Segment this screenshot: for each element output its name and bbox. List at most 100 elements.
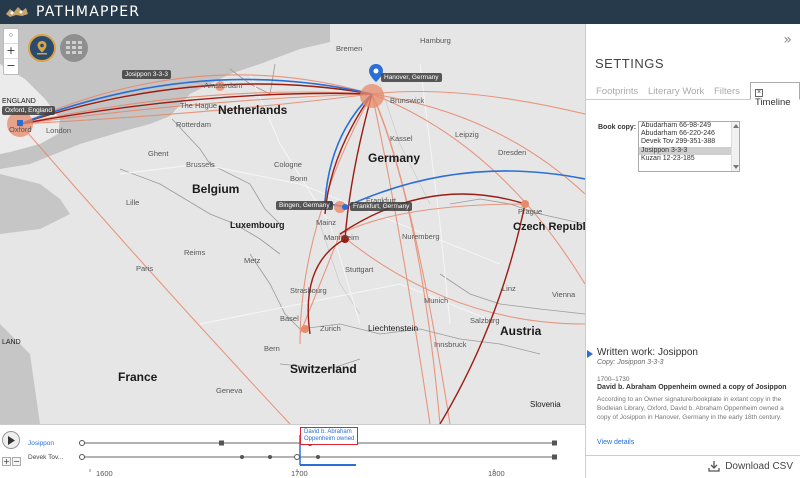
city-label: Innsbruck [434, 340, 467, 349]
book-copy-option[interactable]: Abudarham 66-220-246 [639, 130, 739, 138]
city-label: Geneva [216, 386, 243, 395]
city-label: Munich [424, 296, 449, 305]
city-label: Linz [502, 284, 516, 293]
country-label: Slovenia [530, 400, 561, 409]
map-pin-icon [37, 41, 47, 55]
country-label: Germany [368, 151, 421, 165]
map-canvas[interactable]: ◦ + − Netherlands Germany Belgium Luxemb… [0, 24, 585, 424]
city-label: Reims [184, 248, 206, 257]
map-view-button[interactable] [28, 34, 56, 62]
download-icon [708, 461, 720, 472]
city-label: Mannheim [324, 233, 360, 242]
written-work-title: Written work: Josippon [597, 347, 698, 358]
country-label: Luxembourg [230, 220, 285, 230]
city-label: Amsterdam [204, 81, 243, 90]
route-tag-josippon[interactable]: Josippon 3-3-3 [122, 70, 171, 79]
timeline: + − Josippon Devek Tov... David b. Abrah… [0, 424, 585, 478]
city-label: Lille [126, 198, 140, 207]
current-item-marker-icon [587, 350, 593, 358]
event-description: According to an Owner signature/bookplat… [597, 396, 784, 421]
settings-tabs: Footprints Literary Work Filters ×Timeli… [586, 82, 800, 108]
list-scrollbar[interactable] [731, 122, 739, 171]
tooltip-line: Oppenheim owned [304, 436, 355, 442]
city-label: Vienna [552, 290, 576, 299]
app-header: PATHMAPPER [0, 0, 800, 24]
place-tag-hanover[interactable]: Hanover, Germany [381, 73, 442, 82]
book-copy-label: Book copy: [598, 124, 637, 131]
city-label: Metz [244, 256, 261, 265]
tab-filters[interactable]: Filters [714, 86, 740, 97]
country-label: Belgium [192, 182, 240, 196]
download-bar: Download CSV [586, 455, 800, 478]
event-date: 1700–1730 [597, 376, 630, 383]
city-label: Dresden [498, 148, 527, 157]
scroll-down-icon[interactable] [733, 165, 739, 169]
city-label: Cologne [274, 160, 302, 169]
country-label: Liechtenstein [368, 323, 419, 333]
book-copy-option[interactable]: Devek Tov 299-351-388 [639, 138, 739, 146]
place-tag-oxford[interactable]: Oxford, England [2, 106, 55, 115]
city-label: Paris [136, 264, 154, 273]
city-label: Brussels [186, 160, 215, 169]
city-label: Kassel [390, 134, 413, 143]
city-label: London [46, 126, 72, 135]
city-label: Salzburg [470, 316, 500, 325]
app-title: PATHMAPPER [36, 4, 141, 20]
city-label: Mainz [316, 218, 337, 227]
event-title: David b. Abraham Oppenheim owned a copy … [597, 384, 787, 391]
country-label: Austria [500, 324, 542, 338]
logo-icon [6, 7, 28, 17]
city-label: The Hague [180, 101, 218, 110]
collapse-panel-button[interactable]: » [783, 32, 792, 48]
tab-footprints[interactable]: Footprints [596, 86, 638, 97]
city-label: Bern [264, 344, 280, 353]
close-tab-icon[interactable]: × [755, 89, 763, 97]
book-copy-option[interactable]: Kuzari 12-23-185 [639, 155, 739, 163]
place-tag-frankfurt[interactable]: Frankfurt, Germany [350, 202, 413, 211]
timeline-tick: 1800 [488, 469, 505, 478]
tab-timeline[interactable]: ×Timeline [750, 82, 800, 108]
country-label: LAND [2, 339, 21, 346]
timeline-tick: 1700 [291, 469, 308, 478]
city-label: Prague [518, 207, 543, 216]
city-label: Oxford [9, 125, 32, 134]
tab-literary-work[interactable]: Literary Work [648, 86, 704, 97]
download-csv-label: Download CSV [725, 461, 793, 472]
city-label: Bonn [290, 174, 308, 183]
place-tag-bingen[interactable]: Bingen, Germany [276, 201, 333, 210]
city-label: Bremen [336, 44, 363, 53]
download-csv-button[interactable]: Download CSV [708, 461, 793, 472]
book-copy-list[interactable]: Abudarham 66-98-249 Abudarham 66-220-246… [638, 121, 740, 172]
city-label: Brunswick [390, 96, 425, 105]
country-label: Czech Republic [513, 221, 585, 233]
city-label: Stuttgart [345, 265, 374, 274]
city-label: Nuremberg [402, 232, 440, 241]
country-label: France [118, 370, 158, 384]
settings-panel: » SETTINGS Footprints Literary Work Filt… [585, 24, 800, 478]
city-label: Leipzig [455, 130, 479, 139]
city-label: Rotterdam [176, 120, 212, 129]
table-view-button[interactable] [60, 34, 88, 62]
zoom-out-button[interactable]: − [4, 59, 18, 74]
book-copy-option-selected[interactable]: Josippon 3-3-3 [639, 146, 739, 155]
copy-subtitle: Copy: Josippon 3-3-3 [597, 359, 664, 366]
tooltip-line: David b. Abraham [304, 429, 352, 435]
book-copy-option[interactable]: Abudarham 66-98-249 [639, 122, 739, 130]
settings-title: SETTINGS [595, 56, 665, 71]
tab-timeline-label: Timeline [755, 97, 791, 108]
city-label: Zurich [320, 324, 341, 333]
locate-button[interactable]: ◦ [4, 29, 18, 44]
country-label: Switzerland [290, 362, 357, 376]
grid-icon [66, 41, 82, 54]
timeline-tooltip: David b. Abraham Oppenheim owned [300, 427, 359, 445]
country-label: ENGLAND [2, 98, 36, 105]
city-label: Ghent [148, 149, 169, 158]
zoom-control: ◦ + − [3, 28, 19, 75]
city-label: Basel [280, 314, 299, 323]
scroll-up-icon[interactable] [733, 124, 739, 128]
timeline-tick: 1600 [96, 469, 113, 478]
view-details-link[interactable]: View details [597, 439, 634, 446]
city-label: Hamburg [420, 36, 451, 45]
country-label: Netherlands [218, 103, 288, 117]
zoom-in-button[interactable]: + [4, 44, 18, 59]
